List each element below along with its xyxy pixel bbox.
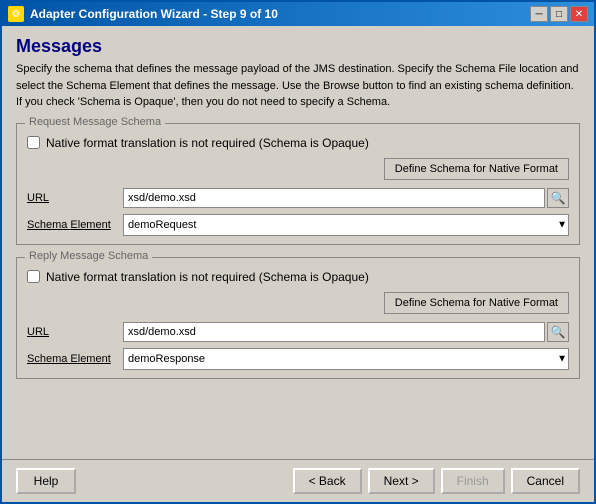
reply-schema-element-row: Schema Element demoResponse ▼ — [27, 348, 569, 370]
request-schema-element-select-wrap: demoRequest ▼ — [123, 214, 569, 236]
reply-url-input[interactable] — [123, 322, 545, 342]
reply-opaque-label: Native format translation is not require… — [46, 270, 369, 284]
reply-opaque-checkbox[interactable] — [27, 270, 40, 283]
reply-schema-legend: Reply Message Schema — [25, 250, 152, 262]
reply-schema-fields: URL 🔍 Schema Element demoResponse — [27, 322, 569, 370]
reply-url-browse-button[interactable]: 🔍 — [547, 322, 569, 342]
reply-schema-element-select[interactable]: demoResponse — [123, 348, 569, 370]
request-schema-legend: Request Message Schema — [25, 116, 165, 128]
page-title: Messages — [16, 36, 580, 57]
close-button[interactable]: ✕ — [570, 6, 588, 22]
window-title: Adapter Configuration Wizard - Step 9 of… — [30, 7, 278, 21]
magnify-icon: 🔍 — [551, 191, 566, 205]
request-url-browse-button[interactable]: 🔍 — [547, 188, 569, 208]
help-button[interactable]: Help — [16, 468, 76, 494]
request-url-input[interactable] — [123, 188, 545, 208]
content-area: Messages Specify the schema that defines… — [2, 26, 594, 459]
next-button[interactable]: Next > — [368, 468, 435, 494]
request-opaque-label: Native format translation is not require… — [46, 136, 369, 150]
title-bar: ⚙ Adapter Configuration Wizard - Step 9 … — [2, 2, 594, 26]
back-button[interactable]: < Back — [293, 468, 362, 494]
request-schema-element-select[interactable]: demoRequest — [123, 214, 569, 236]
reply-schema-group: Reply Message Schema Native format trans… — [16, 257, 580, 379]
reply-opaque-row: Native format translation is not require… — [27, 270, 569, 284]
request-schema-element-row: Schema Element demoRequest ▼ — [27, 214, 569, 236]
reply-url-input-wrap: 🔍 — [123, 322, 569, 342]
app-icon: ⚙ — [8, 6, 24, 22]
reply-schema-element-label: Schema Element — [27, 353, 117, 365]
request-url-row: URL 🔍 — [27, 188, 569, 208]
request-url-input-wrap: 🔍 — [123, 188, 569, 208]
reply-url-label: URL — [27, 326, 117, 338]
minimize-button[interactable]: ─ — [530, 6, 548, 22]
maximize-button[interactable]: □ — [550, 6, 568, 22]
request-schema-group: Request Message Schema Native format tra… — [16, 123, 580, 245]
reply-schema-element-select-wrap: demoResponse ▼ — [123, 348, 569, 370]
page-description: Specify the schema that defines the mess… — [16, 61, 580, 111]
footer-right: < Back Next > Finish Cancel — [293, 468, 580, 494]
request-opaque-checkbox[interactable] — [27, 136, 40, 149]
main-window: ⚙ Adapter Configuration Wizard - Step 9 … — [0, 0, 596, 504]
reply-magnify-icon: 🔍 — [551, 325, 566, 339]
title-bar-left: ⚙ Adapter Configuration Wizard - Step 9 … — [8, 6, 278, 22]
reply-url-row: URL 🔍 — [27, 322, 569, 342]
reply-define-btn-row: Define Schema for Native Format — [27, 292, 569, 318]
request-schema-fields: URL 🔍 Schema Element demoRequest — [27, 188, 569, 236]
request-opaque-row: Native format translation is not require… — [27, 136, 569, 150]
request-schema-element-label: Schema Element — [27, 219, 117, 231]
request-define-schema-button[interactable]: Define Schema for Native Format — [384, 158, 569, 180]
cancel-button[interactable]: Cancel — [511, 468, 580, 494]
title-bar-controls: ─ □ ✕ — [530, 6, 588, 22]
footer: Help < Back Next > Finish Cancel — [2, 459, 594, 502]
reply-define-schema-button[interactable]: Define Schema for Native Format — [384, 292, 569, 314]
footer-left: Help — [16, 468, 76, 494]
request-url-label: URL — [27, 192, 117, 204]
finish-button[interactable]: Finish — [441, 468, 505, 494]
top-section: Messages Specify the schema that defines… — [16, 36, 580, 111]
request-define-btn-row: Define Schema for Native Format — [27, 158, 569, 184]
